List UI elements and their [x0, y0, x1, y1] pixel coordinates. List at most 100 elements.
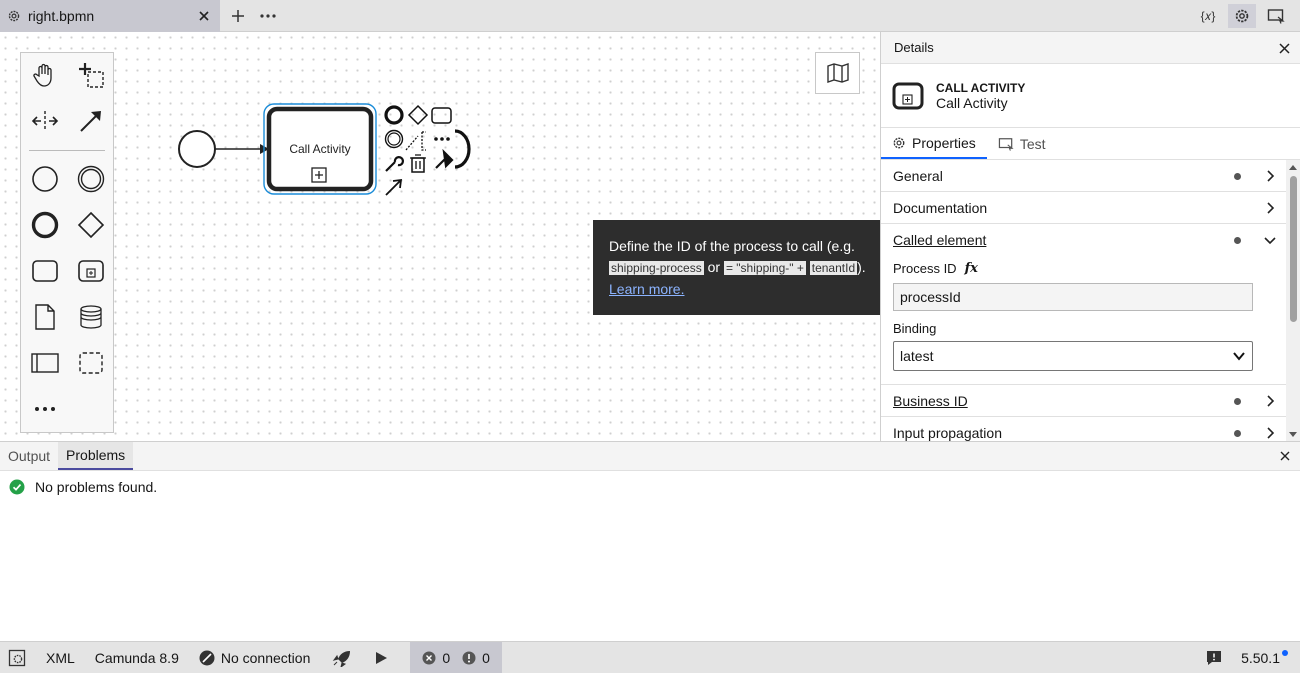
panel-title: Details [894, 40, 934, 55]
group-general-label: General [893, 167, 943, 184]
binding-select[interactable]: latest [893, 341, 1253, 371]
chevron-right-icon [1267, 427, 1275, 439]
trash-icon[interactable] [410, 154, 426, 173]
rocket-icon [333, 650, 351, 667]
tab-properties[interactable]: Properties [881, 128, 987, 159]
more-options-icon[interactable] [434, 137, 450, 141]
panel-header: Details [881, 32, 1300, 64]
chevron-right-icon [1267, 170, 1275, 182]
engine-version-button[interactable]: Camunda 8.9 [83, 642, 187, 673]
group-called-element[interactable]: Called element [881, 224, 1300, 256]
process-id-label-row: Process ID fx [893, 259, 1288, 277]
tab-test[interactable]: Test [987, 128, 1057, 159]
connection-status-button[interactable]: No connection [187, 642, 319, 673]
error-count: 0 [442, 649, 451, 666]
scroll-up-icon[interactable] [1289, 164, 1297, 172]
element-type: CALL ACTIVITY [936, 80, 1026, 95]
deploy-button[interactable] [318, 642, 360, 673]
tab-problems[interactable]: Problems [58, 442, 134, 470]
settings-icon [8, 649, 26, 666]
group-general[interactable]: General [881, 160, 1300, 192]
feedback-icon[interactable] [1206, 650, 1222, 666]
version-label: 5.50.1 [1241, 650, 1280, 666]
tab-output[interactable]: Output [0, 442, 58, 470]
group-called-element-label: Called element [893, 232, 987, 248]
called-element-tooltip: Define the ID of the process to call (e.… [593, 220, 882, 315]
tooltip-text-end: ). [857, 259, 866, 275]
tooltip-code-example: shipping-process [609, 261, 704, 275]
play-icon [376, 651, 388, 664]
new-tab-button[interactable] [226, 4, 250, 28]
test-icon [998, 137, 1014, 151]
panel-scrollbar[interactable] [1286, 160, 1300, 441]
gear-icon [893, 137, 905, 148]
append-text-annotation-icon[interactable] [405, 131, 426, 151]
tooltip-text-or: or [707, 259, 721, 275]
scroll-down-icon[interactable] [1289, 430, 1297, 438]
chevron-right-icon [1267, 202, 1275, 214]
connection-label: No connection [220, 649, 311, 666]
called-element-body: Process ID fx processId Binding latest [881, 259, 1300, 385]
settings-button[interactable] [0, 642, 34, 673]
element-header: CALL ACTIVITY Call Activity [881, 64, 1300, 128]
call-activity-icon [892, 82, 924, 109]
close-icon[interactable] [1278, 449, 1292, 463]
check-circle-icon [9, 479, 25, 495]
element-name: Call Activity [936, 94, 1008, 111]
append-task-icon[interactable] [431, 107, 452, 124]
variables-icon[interactable]: {𝑥} [1194, 4, 1222, 28]
problems-message: No problems found. [35, 479, 158, 495]
color-picker-icon[interactable] [435, 148, 454, 169]
file-tab[interactable]: right.bpmn [0, 0, 220, 32]
tab-bar: right.bpmn {𝑥} [0, 0, 1300, 32]
append-end-event-partial-icon [454, 129, 471, 169]
tooltip-code-tenant: tenantId [809, 261, 858, 275]
xml-view-button[interactable]: XML [34, 642, 83, 673]
process-id-label: Process ID [893, 260, 957, 276]
learn-more-link[interactable]: Learn more. [609, 281, 684, 297]
update-badge [1282, 650, 1288, 656]
tooltip-text: Define the ID of the process to call (e.… [609, 238, 855, 254]
problems-counter[interactable]: 0 0 [410, 641, 502, 673]
wrench-icon[interactable] [385, 156, 404, 172]
binding-select-value: latest [900, 348, 934, 364]
more-tabs-button[interactable] [256, 4, 280, 28]
close-tab-icon[interactable] [196, 8, 212, 24]
start-event[interactable] [178, 130, 216, 168]
fx-icon[interactable]: fx [965, 261, 978, 276]
disconnected-icon [199, 650, 215, 665]
minimap-toggle-button[interactable] [815, 52, 860, 94]
gear-icon [6, 8, 22, 24]
data-indicator [1234, 237, 1241, 244]
properties-panel-toggle-icon[interactable] [1228, 4, 1256, 28]
group-documentation[interactable]: Documentation [881, 192, 1300, 224]
data-indicator [1234, 398, 1241, 405]
tooltip-code-expression: = "shipping-" + [723, 261, 806, 275]
output-panel: Output Problems No problems found. [0, 441, 1300, 641]
chevron-right-icon [1267, 395, 1275, 407]
warning-icon [462, 651, 476, 664]
group-business-id[interactable]: Business ID [881, 385, 1300, 417]
data-indicator [1234, 430, 1241, 437]
append-end-event-icon[interactable] [384, 105, 404, 125]
close-icon[interactable] [1276, 40, 1292, 56]
scrollbar-thumb[interactable] [1290, 176, 1297, 322]
properties-panel: Details CALL ACTIVITY Call Activity Prop… [880, 32, 1300, 441]
group-input-propagation-label: Input propagation [893, 424, 1002, 441]
connect-icon[interactable] [385, 178, 403, 196]
map-icon [826, 63, 849, 83]
app-version[interactable]: 5.50.1 [1241, 642, 1288, 673]
append-gateway-icon[interactable] [407, 104, 429, 126]
chevron-down-icon [1233, 352, 1245, 361]
process-id-input[interactable]: processId [893, 283, 1253, 311]
group-business-id-label: Business ID [893, 392, 968, 409]
problem-status-row: No problems found. [0, 471, 1300, 503]
run-button[interactable] [360, 642, 396, 673]
tab-test-label: Test [1019, 135, 1046, 152]
error-icon [422, 651, 436, 664]
deploy-panel-icon[interactable] [1262, 4, 1290, 28]
status-bar: XML Camunda 8.9 No connection 0 0 5.50.1 [0, 641, 1300, 673]
group-input-propagation[interactable]: Input propagation [881, 417, 1300, 441]
group-documentation-label: Documentation [893, 199, 988, 216]
intermediate-inner-ring [387, 132, 401, 146]
